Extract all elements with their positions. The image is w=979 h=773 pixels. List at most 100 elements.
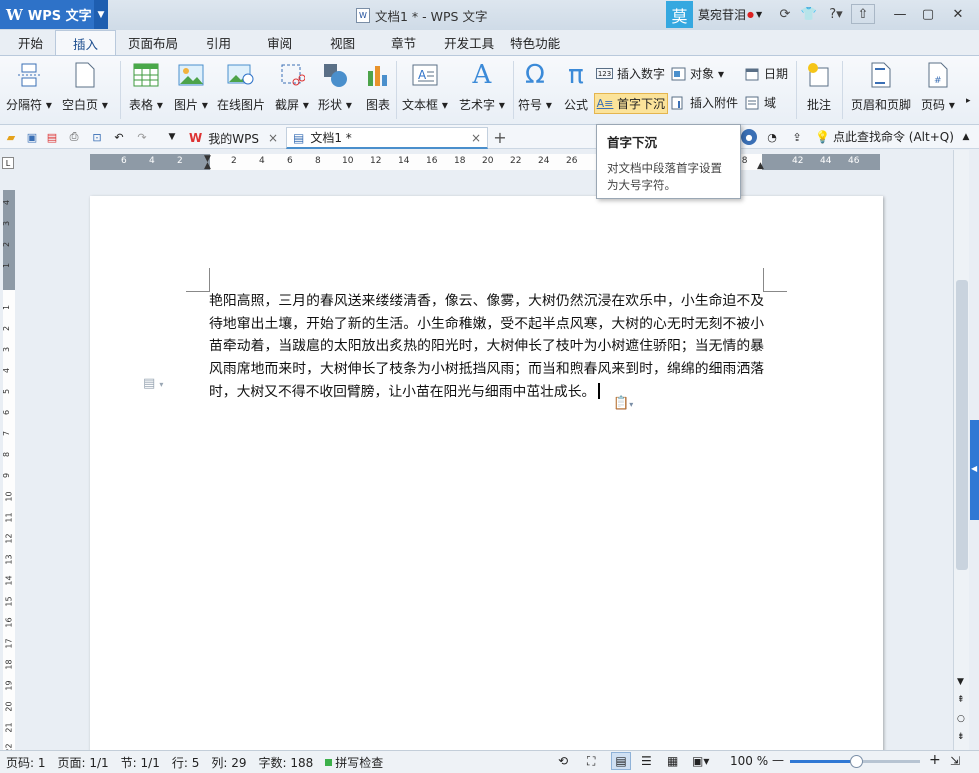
chevron-down-icon[interactable]: ▼	[94, 0, 108, 29]
tab-document-1[interactable]: ▤ 文档1 * ×	[286, 127, 488, 149]
close-button[interactable]: ✕	[944, 3, 972, 25]
ruler-tick: 12	[4, 533, 14, 544]
tab-stop-selector[interactable]: L	[2, 157, 14, 169]
chevron-up-icon[interactable]: ▲	[958, 129, 974, 145]
tab-special-features[interactable]: 特色功能	[504, 30, 566, 55]
dropcap-button[interactable]: A≡ 首字下沉	[594, 93, 669, 114]
symbol-button[interactable]: Ω 符号 ▾	[518, 60, 552, 113]
status-page-code[interactable]: 页码: 1	[0, 754, 52, 771]
formula-button[interactable]: π 公式	[561, 60, 591, 113]
fullscreen-icon[interactable]: ⛶	[587, 754, 595, 769]
vertical-ruler[interactable]: 4 3 2 1 1 2 3 4 5 6 7 8 9 10 11 12 13 14 15 16 17 18 19 20 21 22	[2, 190, 15, 754]
cloud-icon[interactable]: ●	[741, 129, 757, 145]
tab-review[interactable]: 审阅	[247, 30, 312, 55]
paragraph-layout-icon[interactable]: ▤ ▾	[143, 376, 163, 391]
dropcap-tooltip: 首字下沉 对文档中段落首字设置为大号字符。	[596, 124, 741, 199]
tab-insert[interactable]: 插入	[55, 30, 117, 55]
scrollbar-thumb[interactable]	[956, 280, 968, 570]
collapse-icon[interactable]: ⇲	[950, 754, 960, 768]
sync-icon[interactable]: ⟳	[776, 5, 794, 23]
previous-page-icon[interactable]: ⇞	[957, 695, 965, 705]
object-button[interactable]: 对象 ▾	[670, 65, 724, 82]
save-icon[interactable]: ▣	[24, 129, 40, 145]
zoom-out-icon[interactable]: —	[772, 753, 784, 767]
screenshot-button[interactable]: 截屏 ▾	[275, 60, 309, 113]
horizontal-ruler[interactable]: 6 4 2 2 4 6 8 10 12 14 16 18 20 22 24 26…	[90, 154, 880, 171]
undo-icon[interactable]: ↶	[111, 129, 127, 145]
textbox-button[interactable]: A 文本框 ▾	[402, 60, 448, 113]
close-icon[interactable]: ×	[471, 131, 481, 145]
print-icon[interactable]: ⎙	[66, 129, 82, 145]
skin-shirt-icon[interactable]: 👕	[800, 5, 818, 23]
zoom-in-icon[interactable]: +	[929, 752, 941, 768]
tab-view[interactable]: 视图	[312, 30, 373, 55]
pdf-icon[interactable]: ▤	[44, 129, 60, 145]
section-break-button[interactable]: 分隔符 ▾	[6, 60, 52, 113]
sync-icon[interactable]: ◔	[764, 129, 780, 145]
tab-page-layout[interactable]: 页面布局	[116, 30, 190, 55]
field-button[interactable]: 域	[744, 94, 776, 111]
command-search[interactable]: 💡 点此查找命令 (Alt+Q)	[815, 128, 954, 145]
my-wps-label: 我的WPS	[208, 131, 259, 146]
tab-developer[interactable]: 开发工具	[434, 30, 504, 55]
redo-icon[interactable]: ↷	[134, 129, 150, 145]
comment-button[interactable]: 批注	[804, 60, 834, 113]
select-browse-object-icon[interactable]: ○	[957, 714, 965, 724]
vertical-scrollbar[interactable]: ▼ ⇞ ○ ⇟	[953, 150, 969, 750]
table-button[interactable]: 表格 ▾	[129, 60, 163, 113]
history-icon[interactable]: ⟲	[558, 754, 568, 768]
tab-my-wps[interactable]: W 我的WPS ×	[183, 127, 284, 149]
calendar-icon	[744, 66, 760, 81]
help-icon[interactable]: ?▾	[824, 5, 848, 23]
insert-attachment-button[interactable]: 插入附件	[670, 94, 738, 111]
side-panel-toggle[interactable]: ◀	[970, 420, 979, 520]
page-number-button[interactable]: # 页码 ▾	[921, 60, 955, 113]
ribbon-separator	[396, 61, 397, 119]
page-view-icon[interactable]: ▤	[611, 752, 631, 770]
close-icon[interactable]: ×	[268, 131, 278, 145]
wordart-button[interactable]: A 艺术字 ▾	[459, 60, 505, 113]
scroll-down-icon[interactable]: ▼	[957, 677, 964, 687]
tab-chapter[interactable]: 章节	[373, 30, 434, 55]
chart-button[interactable]: 图表	[363, 60, 393, 113]
shape-button[interactable]: 形状 ▾	[318, 60, 352, 113]
minimize-button[interactable]: —	[886, 3, 914, 25]
right-indent-marker-icon[interactable]: ▲	[757, 161, 764, 171]
web-view-icon[interactable]: ▦	[667, 754, 678, 768]
chevron-down-icon[interactable]: ▼	[756, 10, 762, 19]
tab-references[interactable]: 引用	[190, 30, 247, 55]
outline-view-icon[interactable]: ☰	[641, 754, 652, 768]
ruler-tick: 3	[2, 346, 12, 353]
insert-number-button[interactable]: 123 插入数字	[596, 65, 665, 82]
user-account[interactable]: 莫 莫宛苷泪 ● ▼	[666, 0, 770, 29]
app-menu-button[interactable]: W WPS 文字 ▼	[0, 0, 108, 29]
ribbon-expand-icon[interactable]: ▸	[966, 96, 971, 106]
next-page-icon[interactable]: ⇟	[957, 732, 965, 742]
indent-marker-icon[interactable]: ▲	[204, 161, 211, 171]
maximize-button[interactable]: ▢	[914, 3, 942, 25]
spell-check-toggle[interactable]: 拼写检查	[319, 754, 389, 771]
chevron-down-icon[interactable]: ▼	[164, 129, 180, 145]
status-word-count[interactable]: 字数: 188	[252, 754, 319, 771]
date-button[interactable]: 日期	[744, 65, 788, 82]
reading-view-icon[interactable]: ▣▾	[692, 754, 709, 768]
print-preview-icon[interactable]: ⊡	[89, 129, 105, 145]
zoom-level[interactable]: 100 %	[730, 754, 768, 768]
header-footer-button[interactable]: 页眉和页脚	[851, 60, 911, 113]
zoom-slider-thumb[interactable]	[850, 755, 863, 768]
online-picture-button[interactable]: 在线图片	[217, 60, 265, 113]
restore-up-icon[interactable]: ⇧	[851, 4, 875, 24]
zoom-slider[interactable]	[790, 755, 920, 768]
ruler-tick: 18	[454, 156, 466, 166]
new-tab-icon[interactable]: +	[492, 128, 508, 147]
tab-home[interactable]: 开始	[0, 30, 55, 55]
wordart-label: 艺术字	[459, 98, 496, 112]
open-folder-icon[interactable]: ▰	[3, 129, 19, 145]
paste-options-icon[interactable]: 📋▾	[613, 396, 633, 411]
object-icon	[670, 66, 686, 81]
picture-button[interactable]: 图片 ▾	[174, 60, 208, 113]
share-icon[interactable]: ⇪	[789, 129, 805, 145]
formula-label: 公式	[563, 98, 588, 112]
blank-page-button[interactable]: 空白页 ▾	[62, 60, 108, 113]
document-body[interactable]: 艳阳高照，三月的春风送来缕缕清香，像云、像雾，大树仍然沉浸在欢乐中，小生命迫不及…	[209, 290, 764, 404]
